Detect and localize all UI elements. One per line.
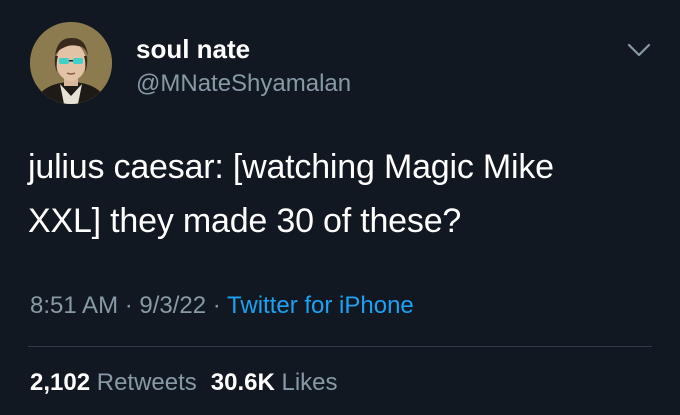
meta-separator: · <box>206 292 228 319</box>
display-name[interactable]: soul nate <box>136 34 250 65</box>
tweet-card: soul nate @MNateShyamalan julius caesar:… <box>0 0 680 415</box>
divider <box>28 346 652 347</box>
tweet-source-link[interactable]: Twitter for iPhone <box>227 292 414 319</box>
meta-separator: · <box>118 292 140 319</box>
chevron-down-icon[interactable] <box>622 36 656 62</box>
likes-count: 30.6K <box>210 369 275 396</box>
likes-stat[interactable]: 30.6K Likes <box>211 369 338 396</box>
tweet-date[interactable]: 9/3/22 <box>139 292 206 319</box>
retweets-stat[interactable]: 2,102 Retweets <box>30 369 197 396</box>
retweets-count: 2,102 <box>30 369 91 396</box>
tweet-meta: 8:51 AM · 9/3/22 · Twitter for iPhone <box>30 292 414 320</box>
tweet-text-line: XXL] they made 30 of these? <box>28 202 462 240</box>
avatar[interactable] <box>30 22 112 104</box>
tweet-stats: 2,102 Retweets 30.6K Likes <box>30 369 338 397</box>
user-handle[interactable]: @MNateShyamalan <box>136 70 351 98</box>
tweet-text-line: julius caesar: [watching Magic Mike <box>28 148 554 186</box>
retweets-label: Retweets <box>96 369 197 396</box>
tweet-text: julius caesar: [watching Magic Mike XXL]… <box>28 140 658 248</box>
likes-label: Likes <box>281 369 338 396</box>
tweet-time[interactable]: 8:51 AM <box>30 292 118 319</box>
avatar-portrait <box>30 22 112 104</box>
